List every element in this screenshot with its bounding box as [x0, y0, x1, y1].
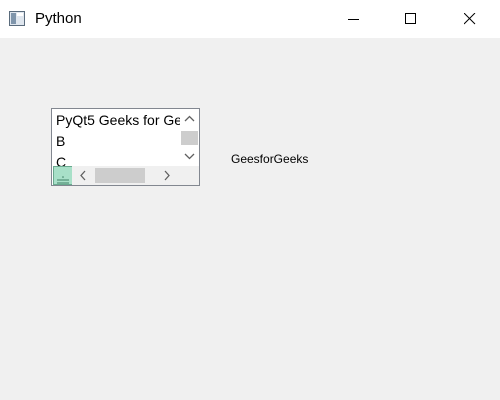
corner-widget-top-icon — [55, 168, 71, 181]
corner-widget-bottom-icon — [55, 176, 71, 184]
scroll-down-arrow-icon[interactable] — [180, 146, 199, 166]
vertical-scrollbar[interactable] — [180, 109, 199, 166]
list-item[interactable]: C — [56, 152, 66, 166]
scroll-left-arrow-icon[interactable] — [72, 166, 94, 185]
close-icon — [464, 13, 476, 25]
minimize-button[interactable] — [331, 0, 377, 38]
list-widget[interactable]: PyQt5 Geeks for Geeks B C — [51, 108, 200, 186]
geeks-label: GeesforGeeks — [231, 152, 309, 166]
window-title: Python — [35, 10, 82, 27]
corner-widget[interactable] — [53, 166, 73, 185]
scroll-right-arrow-icon[interactable] — [156, 166, 178, 185]
list-item[interactable]: PyQt5 Geeks for Geeks — [56, 110, 180, 130]
title-bar[interactable]: Python — [0, 0, 500, 38]
vertical-scroll-thumb[interactable] — [181, 131, 198, 145]
list-viewport: PyQt5 Geeks for Geeks B C — [52, 109, 180, 166]
minimize-icon — [348, 19, 359, 20]
maximize-button[interactable] — [388, 0, 434, 38]
app-window: Python PyQt5 Geeks for Geeks B C — [0, 0, 500, 400]
close-button[interactable] — [447, 0, 493, 38]
maximize-icon — [405, 13, 416, 24]
horizontal-scroll-thumb[interactable] — [95, 168, 145, 183]
list-item[interactable]: B — [56, 131, 65, 151]
scroll-up-arrow-icon[interactable] — [180, 109, 199, 129]
horizontal-scrollbar[interactable] — [72, 166, 199, 185]
app-window-icon — [9, 11, 25, 26]
